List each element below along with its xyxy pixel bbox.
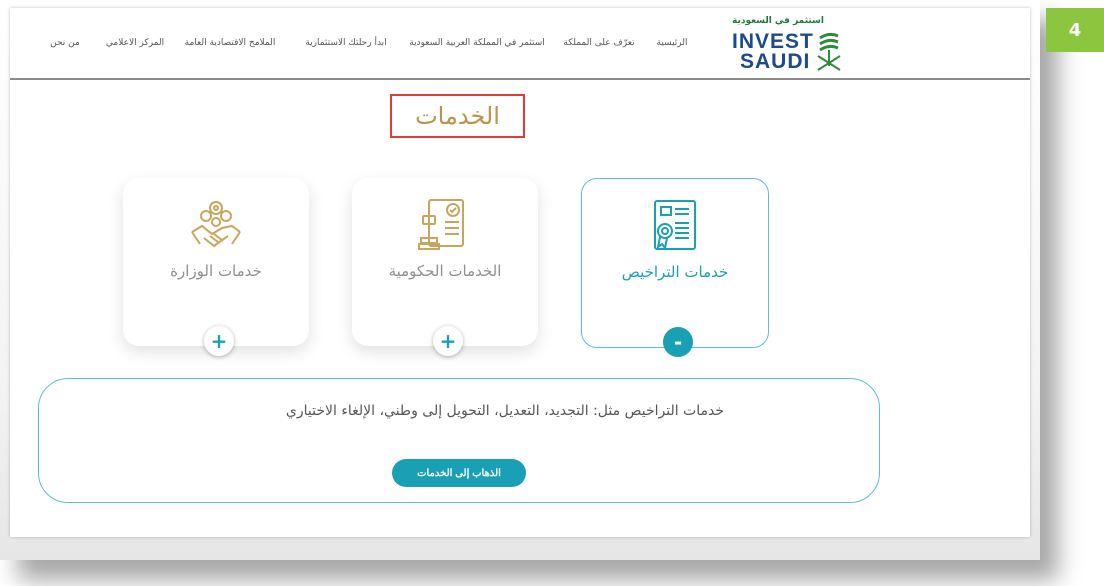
invest-saudi-logo[interactable]: استثمر في السعودية INVEST SAUDI xyxy=(730,12,850,74)
nav-item-invest-in-ksa[interactable]: استثمر في المملكة العربية السعودية xyxy=(409,38,545,48)
collapse-button[interactable]: - xyxy=(663,327,693,357)
nav-item-media-center[interactable]: المركز الاعلامي xyxy=(106,38,164,48)
card-ministry-services[interactable]: خدمات الوزارة + xyxy=(123,178,309,356)
page-title: الخدمات xyxy=(390,94,525,138)
top-navigation: من نحن المركز الاعلامي الملامح الاقتصادي… xyxy=(10,8,1030,80)
licensing-details-panel: خدمات التراخيص مثل: التجديد، التعديل، ال… xyxy=(38,378,880,503)
expand-button[interactable]: + xyxy=(433,326,463,356)
nav-item-home[interactable]: الرئيسية xyxy=(657,38,688,48)
go-to-services-button[interactable]: الذهاب إلى الخدمات xyxy=(392,459,526,487)
logo-word-saudi: SAUDI xyxy=(740,50,811,73)
nav-item-discover-kingdom[interactable]: تعرّف على المملكة xyxy=(563,38,634,48)
nav-item-start-journey[interactable]: ابدأ رحلتك الاستثمارية xyxy=(305,38,386,48)
handshake-gears-icon xyxy=(191,201,241,248)
license-certificate-icon xyxy=(654,200,696,251)
card-government-services[interactable]: الخدمات الحكومية + xyxy=(352,178,538,356)
nav-item-about[interactable]: من نحن xyxy=(50,38,80,48)
card-label: خدمات التراخيص xyxy=(621,263,729,281)
nav-item-economic-features[interactable]: الملامح الاقتصادية العامة xyxy=(185,38,276,48)
card-label: خدمات الوزارة xyxy=(170,262,262,280)
logo-arabic-text: استثمر في السعودية xyxy=(732,16,824,26)
page-number-badge: 4 xyxy=(1046,8,1104,52)
browser-screen: من نحن المركز الاعلامي الملامح الاقتصادي… xyxy=(10,8,1030,537)
licensing-description: خدمات التراخيص مثل: التجديد، التعديل، ال… xyxy=(285,403,724,419)
card-label: الخدمات الحكومية xyxy=(388,262,502,280)
palm-swords-icon xyxy=(817,32,841,71)
card-licensing-services[interactable]: خدمات التراخيص - xyxy=(581,178,769,357)
expand-button[interactable]: + xyxy=(204,326,234,356)
gavel-document-icon xyxy=(418,199,464,250)
